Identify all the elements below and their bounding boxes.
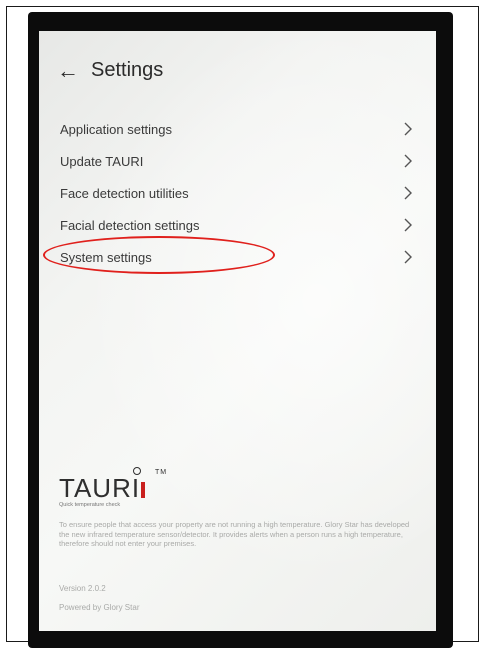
tauri-logo: TAURI TM: [59, 467, 166, 504]
powered-by-label: Powered by Glory Star: [59, 603, 140, 612]
chevron-right-icon: [404, 218, 412, 232]
photo-frame: ← Settings Application settings Update T…: [6, 6, 479, 648]
description: To ensure people that access your proper…: [59, 520, 410, 548]
version-label: Version 2.0.2: [59, 584, 106, 593]
logo-accent-bar: [141, 482, 146, 498]
arrow-left-icon[interactable]: ←: [57, 59, 79, 82]
chevron-right-icon: [404, 250, 412, 264]
menu-item-label: Face detection utilities: [60, 185, 189, 201]
chevron-right-icon: [404, 122, 412, 136]
brand-section: TAURI TM Quick temperature check To ensu…: [59, 467, 419, 549]
menu-item-update-tauri[interactable]: Update TAURI: [39, 145, 436, 177]
trademark: TM: [154, 469, 168, 476]
menu-item-label: Application settings: [60, 121, 173, 137]
logo-text: TAURI: [59, 473, 141, 503]
screen: ← Settings Application settings Update T…: [39, 31, 436, 631]
menu-item-application-settings[interactable]: Application settings: [39, 113, 436, 145]
menu-item-label: Update TAURI: [60, 153, 144, 169]
chevron-right-icon: [404, 154, 412, 168]
menu-item-face-detection-utilities[interactable]: Face detection utilities: [39, 177, 436, 209]
menu-item-facial-detection-settings[interactable]: Facial detection settings: [39, 209, 436, 241]
menu-item-label: Facial detection settings: [60, 217, 200, 233]
menu-item-label: System settings: [60, 249, 152, 265]
menu-item-system-settings[interactable]: System settings: [39, 241, 436, 273]
chevron-right-icon: [404, 186, 412, 200]
header: ← Settings: [57, 59, 163, 82]
settings-menu: Application settings Update TAURI Face d…: [39, 113, 436, 273]
page-title: Settings: [91, 59, 164, 81]
